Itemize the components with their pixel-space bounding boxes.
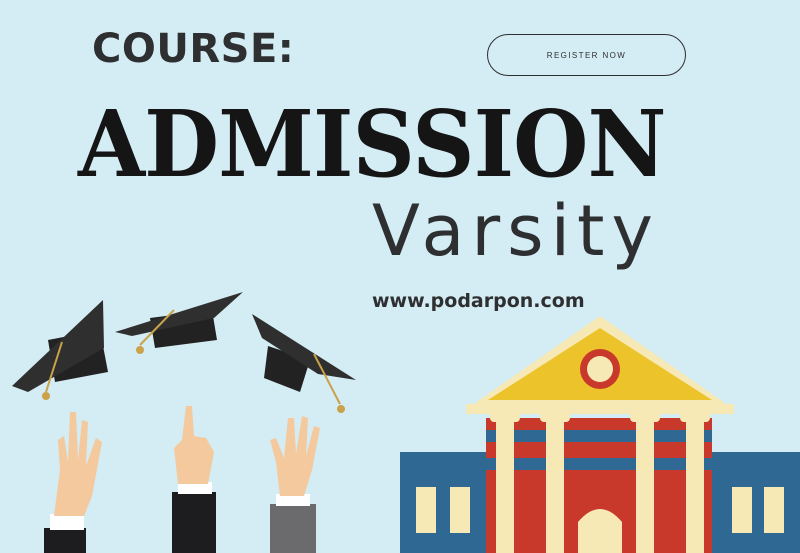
graduation-illustration	[12, 292, 800, 553]
raised-hand-icon	[270, 416, 320, 553]
university-building-icon	[400, 316, 800, 553]
graduation-cap-icon	[115, 292, 243, 354]
graduation-cap-icon	[252, 314, 356, 413]
raised-hand-icon	[44, 412, 102, 553]
raised-hand-icon	[172, 406, 216, 553]
graduation-cap-icon	[12, 300, 108, 400]
